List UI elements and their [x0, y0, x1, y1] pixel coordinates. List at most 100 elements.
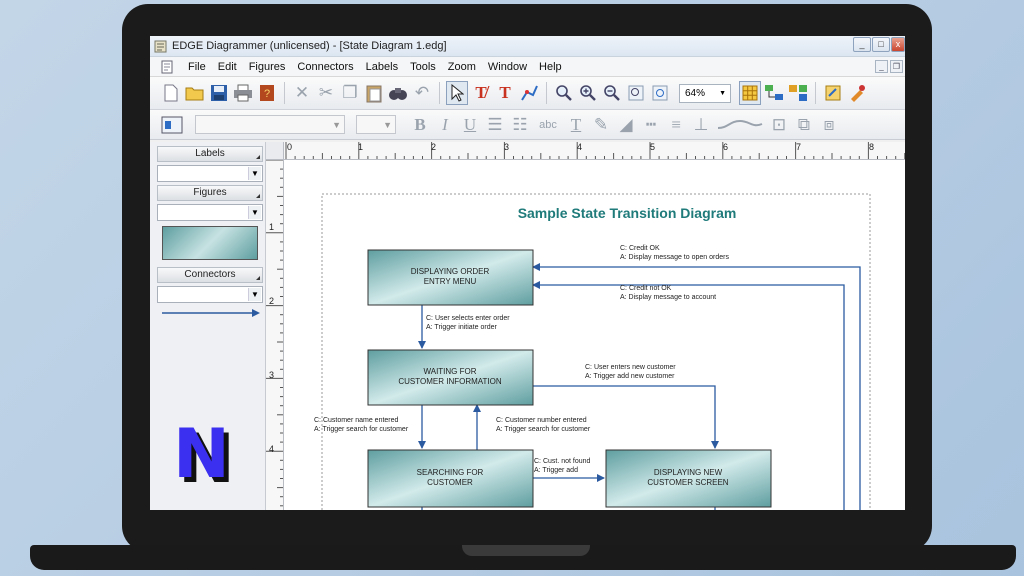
connectors-panel-header[interactable]: Connectors	[157, 267, 263, 283]
state-label: WAITING FOR	[423, 367, 476, 376]
select-pointer-icon[interactable]	[446, 81, 468, 105]
toolbar-separator	[815, 82, 816, 104]
text-label-button[interactable]: abc	[534, 114, 562, 136]
connector-style-preview[interactable]	[160, 306, 262, 320]
text-cursor-icon[interactable]: T̸	[470, 81, 492, 105]
transition-condition: C: Credit not OK	[620, 285, 672, 292]
close-button[interactable]: x	[891, 37, 905, 52]
open-folder-icon[interactable]	[184, 81, 206, 105]
main-toolbar: ? ✕ ✂ ❐ ↶ T̸ T 64% ▼	[150, 77, 905, 110]
ruler-label: 1	[269, 222, 274, 232]
chevron-down-icon: ▼	[248, 206, 261, 219]
layout-flow-icon[interactable]	[787, 81, 809, 105]
font-family-select[interactable]: ▼	[195, 115, 345, 134]
group-icon[interactable]: ⧉	[793, 114, 815, 136]
connector-tool-icon[interactable]	[518, 81, 540, 105]
zoom-fit-icon[interactable]	[625, 81, 647, 105]
mdi-minimize-button[interactable]: _	[875, 60, 888, 73]
ruler-label: 4	[269, 444, 274, 454]
laptop-notch	[462, 545, 590, 556]
ruler-corner	[266, 142, 284, 160]
line-color-icon[interactable]: ✎	[590, 114, 612, 136]
labels-select[interactable]: ▼	[157, 165, 263, 182]
menu-help[interactable]: Help	[533, 61, 568, 73]
diagram-canvas[interactable]: Sample State Transition Diagram DISPLAYI…	[284, 160, 905, 510]
copy-icon[interactable]: ❐	[339, 81, 361, 105]
cut-icon[interactable]: ✂	[315, 81, 337, 105]
state-waiting-for-customer-information[interactable]: WAITING FOR CUSTOMER INFORMATION	[367, 349, 534, 406]
ruler-label: 3	[269, 370, 274, 380]
state-label: CUSTOMER SCREEN	[647, 478, 728, 487]
maximize-button[interactable]: □	[872, 37, 890, 52]
line-width-icon[interactable]: ≡	[665, 114, 687, 136]
italic-icon[interactable]: I	[434, 114, 456, 136]
bold-icon[interactable]: B	[409, 114, 431, 136]
menu-file[interactable]: File	[182, 61, 212, 73]
horizontal-ruler: 0 1 2 3 4 5 6 7 8	[284, 142, 905, 160]
figures-panel-header[interactable]: Figures	[157, 185, 263, 201]
transition-condition: C: Cust. not found	[534, 458, 591, 465]
connectors-select[interactable]: ▼	[157, 286, 263, 303]
document-icon[interactable]	[160, 60, 174, 74]
properties-icon[interactable]	[846, 81, 868, 105]
help-book-icon[interactable]: ?	[256, 81, 278, 105]
align-left-icon[interactable]: ☰	[484, 114, 506, 136]
zoom-icon[interactable]	[553, 81, 575, 105]
figure-style-swatch[interactable]	[162, 226, 258, 260]
align-justify-icon[interactable]: ☷	[509, 114, 531, 136]
transition-action: A: Display message to account	[620, 294, 716, 301]
menu-zoom[interactable]: Zoom	[442, 61, 482, 73]
find-icon[interactable]	[387, 81, 409, 105]
fill-color-icon[interactable]: ◢	[615, 114, 637, 136]
save-icon[interactable]	[208, 81, 230, 105]
menu-window[interactable]: Window	[482, 61, 533, 73]
align-objects-icon[interactable]: ⊡	[768, 114, 790, 136]
vertical-ruler: 1 2 3 4	[266, 160, 284, 510]
transition-condition: C: Customer number entered	[496, 417, 587, 424]
grid-toggle-icon[interactable]	[739, 81, 761, 105]
new-file-icon[interactable]	[160, 81, 182, 105]
underline-icon[interactable]: U	[459, 114, 481, 136]
menu-connectors[interactable]: Connectors	[291, 61, 359, 73]
mdi-restore-button[interactable]: ❐	[890, 60, 903, 73]
delete-icon[interactable]: ✕	[291, 81, 313, 105]
state-searching-for-customer[interactable]: SEARCHING FOR CUSTOMER	[367, 449, 534, 508]
text-tool-icon[interactable]: T	[494, 81, 516, 105]
connector-style-icon[interactable]	[715, 114, 765, 136]
transition-action: A: Trigger add new customer	[585, 373, 675, 380]
ruler-label: 7	[796, 142, 801, 152]
figures-select[interactable]: ▼	[157, 204, 263, 221]
ruler-label: 2	[431, 142, 436, 152]
zoom-level-select[interactable]: 64% ▼	[679, 83, 731, 103]
state-label: DISPLAYING NEW	[654, 468, 723, 477]
state-displaying-new-customer-screen[interactable]: DISPLAYING NEW CUSTOMER SCREEN	[605, 449, 772, 508]
state-displaying-order-entry-menu[interactable]: DISPLAYING ORDER ENTRY MENU	[367, 249, 534, 306]
text-color-icon[interactable]: T	[565, 114, 587, 136]
zoom-page-icon[interactable]	[649, 81, 671, 105]
ungroup-icon[interactable]: ⧈	[818, 114, 840, 136]
zoom-in-icon[interactable]	[577, 81, 599, 105]
minimize-button[interactable]: _	[853, 37, 871, 52]
labels-panel-header[interactable]: Labels	[157, 146, 263, 162]
zoom-out-icon[interactable]	[601, 81, 623, 105]
format-toolbar: ▼ ▼ B I U ☰ ☷ abc T ✎ ◢ ┅ ≡ ⊥ ⊡ ⧉ ⧈	[150, 110, 905, 140]
menu-figures[interactable]: Figures	[243, 61, 292, 73]
state-diagram: Sample State Transition Diagram DISPLAYI…	[314, 193, 871, 510]
toolbar-separator	[546, 82, 547, 104]
style-icon[interactable]	[160, 113, 184, 137]
undo-icon[interactable]: ↶	[411, 81, 433, 105]
paste-icon[interactable]	[363, 81, 385, 105]
menu-edit[interactable]: Edit	[212, 61, 243, 73]
menu-labels[interactable]: Labels	[360, 61, 404, 73]
ruler-label: 8	[869, 142, 874, 152]
state-label: SEARCHING FOR	[417, 468, 484, 477]
line-style-icon[interactable]: ┅	[640, 114, 662, 136]
font-size-select[interactable]: ▼	[356, 115, 396, 134]
layout-tree-icon[interactable]	[763, 81, 785, 105]
menu-tools[interactable]: Tools	[404, 61, 442, 73]
notes-icon[interactable]	[822, 81, 844, 105]
line-end-icon[interactable]: ⊥	[690, 114, 712, 136]
print-icon[interactable]	[232, 81, 254, 105]
chevron-down-icon: ▼	[383, 119, 392, 130]
state-label: CUSTOMER INFORMATION	[398, 377, 501, 386]
